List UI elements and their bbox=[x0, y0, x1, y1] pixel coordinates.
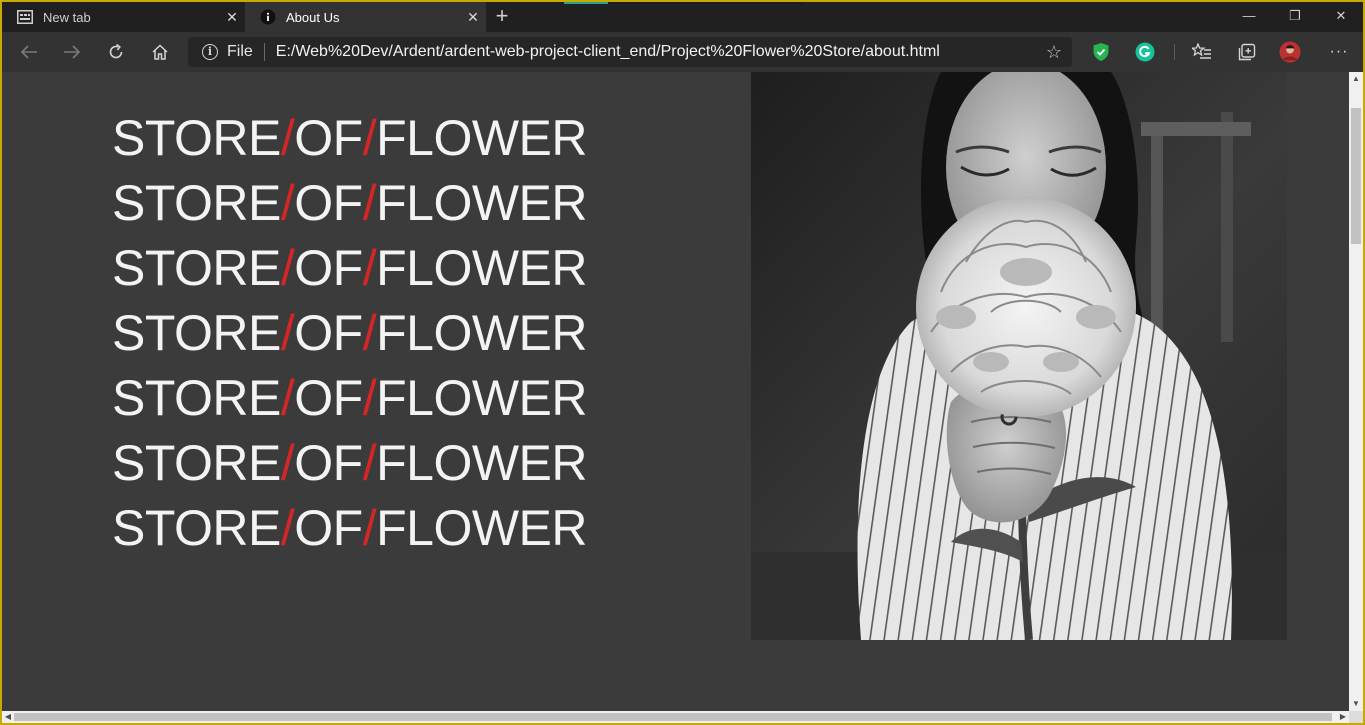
word-separator: / bbox=[362, 435, 377, 491]
star-icon[interactable]: ☆ bbox=[1046, 42, 1062, 63]
word-flower: FLOWER bbox=[376, 175, 587, 231]
close-icon[interactable]: ✕ bbox=[219, 9, 245, 26]
word-store: STORE bbox=[112, 175, 281, 231]
word-flower: FLOWER bbox=[376, 305, 587, 361]
address-bar[interactable]: i File E:/Web%20Dev/Ardent/ardent-web-pr… bbox=[188, 37, 1072, 67]
tab-about-us[interactable]: About Us ✕ bbox=[245, 2, 486, 32]
minimize-button[interactable]: — bbox=[1226, 2, 1272, 32]
word-separator: / bbox=[280, 370, 295, 426]
address-scheme-label: File bbox=[227, 43, 253, 60]
word-separator: / bbox=[280, 110, 295, 166]
word-store: STORE bbox=[112, 110, 281, 166]
scroll-left-icon[interactable]: ◀ bbox=[2, 711, 14, 723]
word-store: STORE bbox=[112, 435, 281, 491]
forward-arrow-icon[interactable] bbox=[57, 38, 87, 66]
home-icon[interactable] bbox=[145, 38, 175, 66]
settings-menu-button[interactable]: ··· bbox=[1324, 38, 1354, 66]
back-arrow-icon[interactable] bbox=[14, 38, 44, 66]
tab-label: New tab bbox=[43, 9, 91, 25]
word-store: STORE bbox=[112, 305, 281, 361]
word-separator: / bbox=[362, 175, 377, 231]
word-separator: / bbox=[362, 305, 377, 361]
word-separator: / bbox=[280, 175, 295, 231]
word-flower: FLOWER bbox=[376, 500, 587, 556]
address-divider bbox=[263, 43, 265, 61]
word-flower: FLOWER bbox=[376, 240, 587, 296]
word-separator: / bbox=[362, 110, 377, 166]
favorites-list-icon[interactable] bbox=[1191, 41, 1213, 63]
brand-word-line: STORE/OF/FLOWER bbox=[112, 496, 587, 561]
word-store: STORE bbox=[112, 500, 281, 556]
brand-word-line: STORE/OF/FLOWER bbox=[112, 431, 587, 496]
vertical-scroll-thumb[interactable] bbox=[1351, 108, 1361, 244]
avatar[interactable] bbox=[1279, 41, 1301, 63]
word-of: OF bbox=[294, 370, 363, 426]
brand-word-line: STORE/OF/FLOWER bbox=[112, 236, 587, 301]
scroll-down-icon[interactable]: ▼ bbox=[1349, 697, 1363, 711]
word-separator: / bbox=[362, 370, 377, 426]
word-store: STORE bbox=[112, 370, 281, 426]
restore-button[interactable]: ❐ bbox=[1272, 2, 1318, 32]
word-of: OF bbox=[294, 435, 363, 491]
word-of: OF bbox=[294, 110, 363, 166]
vertical-scrollbar[interactable]: ▲ ▼ bbox=[1349, 72, 1363, 711]
brand-word-line: STORE/OF/FLOWER bbox=[112, 366, 587, 431]
shield-extension-icon[interactable] bbox=[1090, 41, 1112, 63]
grammarly-icon[interactable] bbox=[1134, 41, 1156, 63]
word-separator: / bbox=[362, 240, 377, 296]
window-close-button[interactable]: ✕ bbox=[1318, 2, 1363, 32]
word-of: OF bbox=[294, 500, 363, 556]
site-info-icon[interactable]: i bbox=[202, 44, 218, 60]
newtab-page-icon bbox=[17, 9, 33, 25]
word-of: OF bbox=[294, 175, 363, 231]
browser-toolbar: i File E:/Web%20Dev/Ardent/ardent-web-pr… bbox=[2, 32, 1363, 72]
word-separator: / bbox=[280, 305, 295, 361]
brand-word-line: STORE/OF/FLOWER bbox=[112, 301, 587, 366]
new-tab-button[interactable]: + bbox=[490, 5, 514, 29]
toolbar-divider bbox=[1174, 44, 1175, 60]
word-separator: / bbox=[362, 500, 377, 556]
word-store: STORE bbox=[112, 240, 281, 296]
brand-word-line: STORE/OF/FLOWER bbox=[112, 171, 587, 236]
title-bar-accent bbox=[564, 2, 804, 4]
tab-new-tab[interactable]: New tab ✕ bbox=[2, 2, 245, 32]
close-icon[interactable]: ✕ bbox=[460, 9, 486, 26]
woman-with-flower-photo bbox=[751, 72, 1287, 640]
refresh-icon[interactable] bbox=[101, 38, 131, 66]
scroll-right-icon[interactable]: ▶ bbox=[1337, 711, 1349, 723]
word-flower: FLOWER bbox=[376, 370, 587, 426]
tab-strip: New tab ✕ About Us ✕ + — ❐ ✕ bbox=[2, 2, 1363, 32]
address-url[interactable]: E:/Web%20Dev/Ardent/ardent-web-project-c… bbox=[276, 43, 940, 61]
page-viewport: STORE/OF/FLOWER STORE/OF/FLOWER STORE/OF/F… bbox=[2, 72, 1349, 711]
brand-word-stack: STORE/OF/FLOWER STORE/OF/FLOWER STORE/OF/F… bbox=[112, 106, 587, 561]
word-of: OF bbox=[294, 240, 363, 296]
word-of: OF bbox=[294, 305, 363, 361]
word-flower: FLOWER bbox=[376, 110, 587, 166]
brand-word-line: STORE/OF/FLOWER bbox=[112, 106, 587, 171]
word-separator: / bbox=[280, 240, 295, 296]
info-icon bbox=[260, 9, 276, 25]
scroll-up-icon[interactable]: ▲ bbox=[1349, 72, 1363, 86]
tab-label: About Us bbox=[286, 9, 340, 25]
word-separator: / bbox=[280, 500, 295, 556]
word-separator: / bbox=[280, 435, 295, 491]
horizontal-scrollbar[interactable]: ◀ ▶ bbox=[2, 711, 1349, 723]
collections-icon[interactable] bbox=[1236, 41, 1258, 63]
browser-window: New tab ✕ About Us ✕ + — ❐ ✕ i File E:/W… bbox=[2, 2, 1363, 723]
scrollbar-corner bbox=[1349, 711, 1363, 723]
word-flower: FLOWER bbox=[376, 435, 587, 491]
horizontal-scroll-thumb[interactable] bbox=[14, 713, 1332, 721]
